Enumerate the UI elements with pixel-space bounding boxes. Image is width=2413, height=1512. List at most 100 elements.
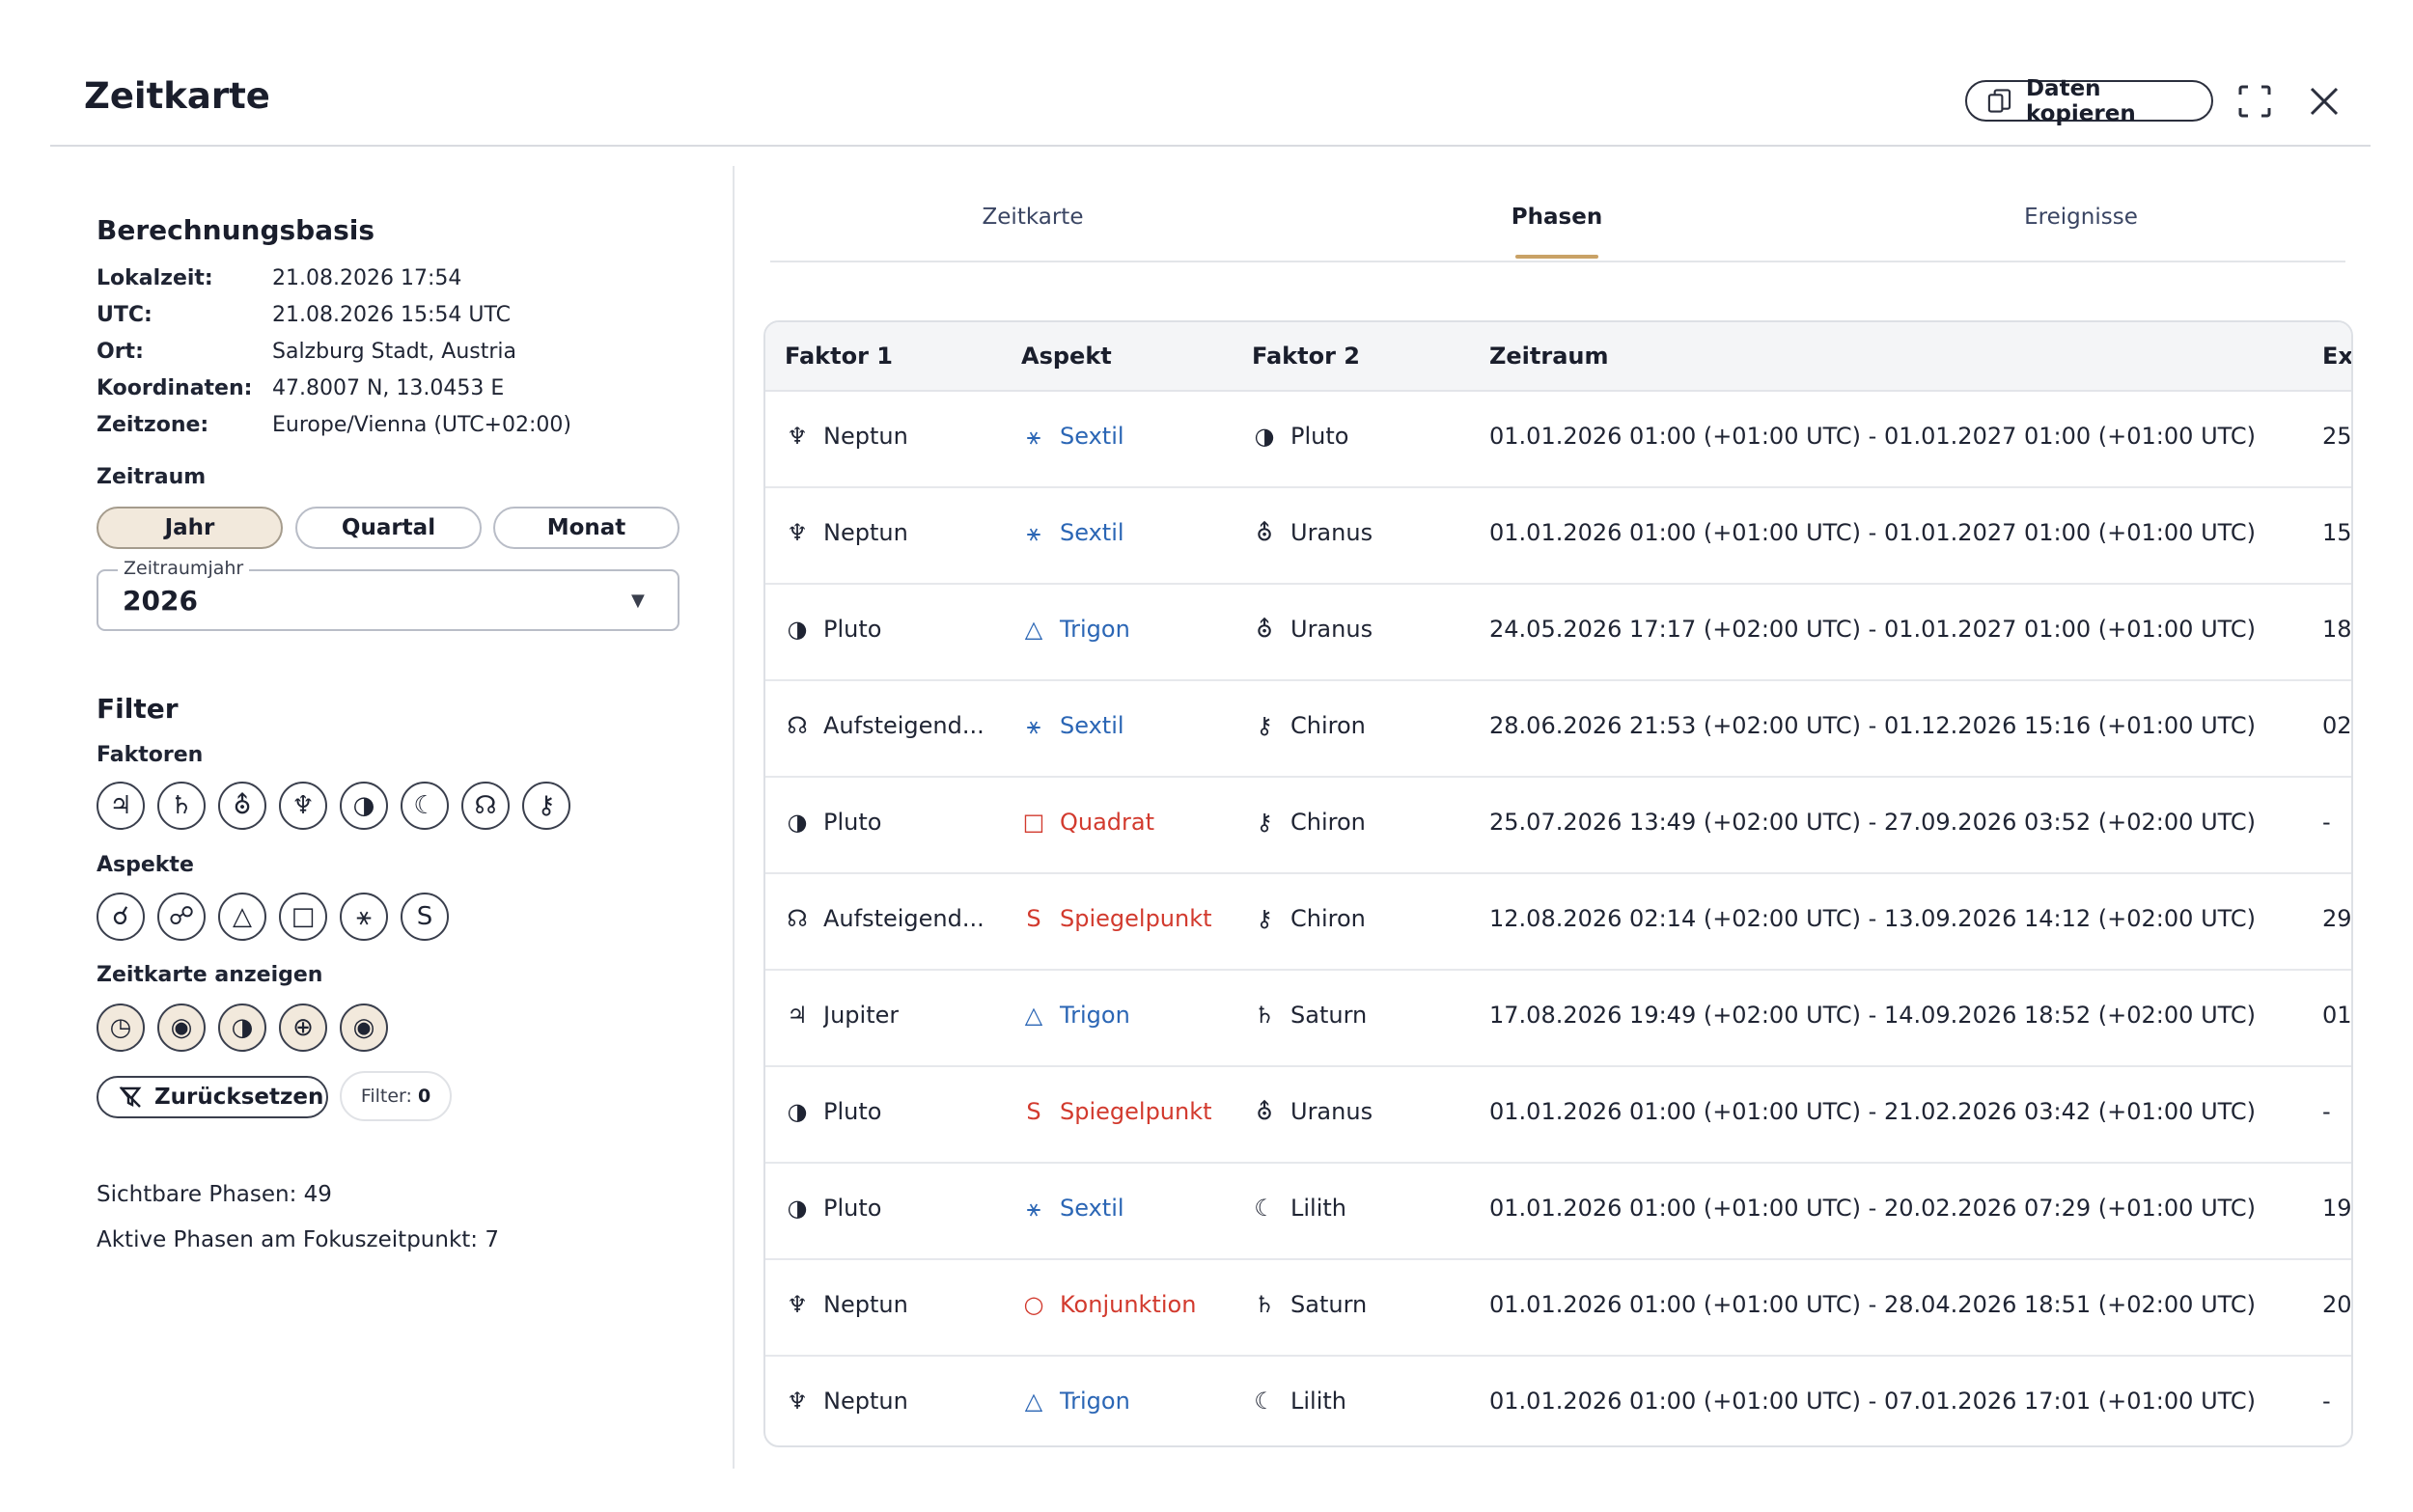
trine-icon: △: [233, 902, 252, 931]
cell-faktor2: ⛢ Uranus: [1252, 519, 1373, 546]
column-header-aspekt[interactable]: Aspekt: [1021, 343, 1112, 370]
factor1-name: Pluto: [823, 1195, 882, 1222]
factor-lilith-toggle[interactable]: ☾: [401, 782, 449, 830]
active-phases-stat: Aktive Phasen am Fokuszeitpunkt: 7: [97, 1227, 499, 1252]
table-row[interactable]: ◑ Pluto △ Trigon ⛢ Uranus 24.05.2026 17:17 (+0…: [765, 585, 2351, 681]
cell-faktor1: ☊ Aufsteigend...: [785, 712, 984, 739]
table-row[interactable]: ◑ Pluto S Spiegelpunkt ⛢ Uranus 01.01.2026 01:…: [765, 1067, 2351, 1164]
aspect-name: Trigon: [1060, 616, 1130, 643]
aspect-opposition-toggle[interactable]: ☍: [157, 893, 206, 941]
column-header-faktor2[interactable]: Faktor 2: [1252, 343, 1360, 370]
cell-faktor2: ⚷ Chiron: [1252, 905, 1366, 932]
factor-icon: ⛢: [1256, 519, 1273, 546]
aspect-icon: □: [1022, 809, 1045, 836]
aspect-mirror-point-toggle[interactable]: S: [401, 893, 449, 941]
period-option-quartal[interactable]: Quartal: [295, 507, 482, 549]
table-row[interactable]: ☊ Aufsteigend... ⚹ Sextil ⚷ Chiron 28.06.2026 …: [765, 681, 2351, 778]
info-key: Zeitzone:: [97, 413, 209, 437]
show-pluto-toggle[interactable]: ◑: [218, 1003, 266, 1052]
factor2-name: Saturn: [1290, 1291, 1368, 1318]
cell-exakt: 29.: [2322, 905, 2352, 932]
square-icon: □: [291, 902, 316, 931]
caret-down-icon[interactable]: ▼: [631, 591, 645, 611]
info-row-localtime: Lokalzeit: 21.08.2026 17:54: [97, 266, 461, 297]
column-header-exakt[interactable]: Exa: [2322, 343, 2351, 370]
period-option-monat[interactable]: Monat: [493, 507, 680, 549]
year-select-label: Zeitraumjahr: [118, 558, 250, 579]
table-row[interactable]: ♆ Neptun ⚹ Sextil ⛢ Uranus 01.01.2026 01:00 (+…: [765, 488, 2351, 585]
factor-north-node-toggle[interactable]: ☊: [461, 782, 510, 830]
cell-faktor2: ☾ Lilith: [1252, 1195, 1346, 1222]
factor-uranus-toggle[interactable]: ⛢: [218, 782, 266, 830]
conjunction-icon: ☌: [112, 902, 129, 931]
cell-faktor1: ♆ Neptun: [785, 519, 908, 546]
factor-icon: ◑: [787, 616, 808, 643]
cell-faktor1: ♃ Jupiter: [785, 1002, 899, 1029]
reset-filter-button[interactable]: Zurücksetzen: [97, 1076, 328, 1118]
factor-pluto-toggle[interactable]: ◑: [340, 782, 388, 830]
neptune-icon: ♆: [291, 791, 315, 820]
filter-badge-count: 0: [417, 1086, 431, 1107]
show-earth-toggle[interactable]: ⊕: [279, 1003, 327, 1052]
saturn-icon: ♄: [170, 791, 193, 820]
show-eye-toggle[interactable]: ◉: [157, 1003, 206, 1052]
table-row[interactable]: ♆ Neptun ○ Konjunktion ♄ Saturn 01.01.2026 01:…: [765, 1260, 2351, 1357]
aspect-trine-toggle[interactable]: △: [218, 893, 266, 941]
cell-aspekt: ⚹ Sextil: [1021, 519, 1124, 546]
cell-zeitraum: 01.01.2026 01:00 (+01:00 UTC) - 21.02.20…: [1489, 1098, 2257, 1125]
factor-icon: ☾: [1254, 1195, 1275, 1222]
mirror-point-icon: S: [416, 902, 433, 931]
aspect-conjunction-toggle[interactable]: ☌: [97, 893, 145, 941]
aspect-name: Sextil: [1060, 1195, 1124, 1222]
cell-zeitraum: 17.08.2026 19:49 (+02:00 UTC) - 14.09.20…: [1489, 1002, 2257, 1029]
factor-icon: ⛢: [1256, 1098, 1273, 1125]
aspect-name: Trigon: [1060, 1388, 1130, 1415]
factor-icon: ♄: [1254, 1002, 1275, 1029]
pluto-icon: ◑: [231, 1013, 254, 1042]
aspect-name: Sextil: [1060, 712, 1124, 739]
aspect-square-toggle[interactable]: □: [279, 893, 327, 941]
factor1-name: Neptun: [823, 1291, 908, 1318]
factor-chiron-toggle[interactable]: ⚷: [522, 782, 570, 830]
factor-icon: ☊: [787, 712, 808, 739]
basis-title: Berechnungsbasis: [97, 214, 375, 246]
aspekte-label: Aspekte: [97, 853, 194, 877]
table-row[interactable]: ◑ Pluto □ Quadrat ⚷ Chiron 25.07.2026 13:49 (+…: [765, 778, 2351, 874]
table-row[interactable]: ♆ Neptun △ Trigon ☾ Lilith 01.01.2026 01:00 (+…: [765, 1357, 2351, 1445]
column-header-faktor1[interactable]: Faktor 1: [785, 343, 893, 370]
lilith-icon: ☾: [413, 791, 436, 820]
factor-saturn-toggle[interactable]: ♄: [157, 782, 206, 830]
close-icon[interactable]: [2307, 84, 2342, 119]
table-row[interactable]: ☊ Aufsteigend... S Spiegelpunkt ⚷ Chiron 12.08…: [765, 874, 2351, 971]
table-row[interactable]: ♃ Jupiter △ Trigon ♄ Saturn 17.08.2026 19:49 (…: [765, 971, 2351, 1067]
factor-icon: ☾: [1254, 1388, 1275, 1415]
expand-icon[interactable]: [2237, 84, 2272, 119]
factor1-name: Aufsteigend...: [823, 905, 985, 932]
show-target-toggle[interactable]: ◉: [340, 1003, 388, 1052]
info-row-utc: UTC: 21.08.2026 15:54 UTC: [97, 303, 511, 334]
factor-jupiter-toggle[interactable]: ♃: [97, 782, 145, 830]
cell-exakt: 15.: [2322, 519, 2352, 546]
factor-icon: ◑: [787, 1195, 808, 1222]
aspect-sextile-toggle[interactable]: ⚹: [340, 893, 388, 941]
factor-neptune-toggle[interactable]: ♆: [279, 782, 327, 830]
cell-faktor1: ◑ Pluto: [785, 616, 882, 643]
factor-icon: ♆: [787, 423, 808, 450]
tab-phasen[interactable]: Phasen: [1512, 205, 1602, 230]
table-row[interactable]: ◑ Pluto ⚹ Sextil ☾ Lilith 01.01.2026 01:00 (+0…: [765, 1164, 2351, 1260]
table-row[interactable]: ♆ Neptun ⚹ Sextil ◑ Pluto 01.01.2026 01:00 (+0…: [765, 392, 2351, 488]
cell-zeitraum: 01.01.2026 01:00 (+01:00 UTC) - 28.04.20…: [1489, 1291, 2257, 1318]
cell-zeitraum: 01.01.2026 01:00 (+01:00 UTC) - 20.02.20…: [1489, 1195, 2257, 1222]
copy-data-button[interactable]: Daten kopieren: [1965, 76, 2213, 126]
column-header-zeitraum[interactable]: Zeitraum: [1489, 343, 1609, 370]
cell-exakt: 02.: [2322, 712, 2352, 739]
tab-zeitkarte[interactable]: Zeitkarte: [983, 205, 1084, 230]
aspect-name: Sextil: [1060, 423, 1124, 450]
tab-ereignisse[interactable]: Ereignisse: [2024, 205, 2138, 230]
cell-faktor2: ♄ Saturn: [1252, 1002, 1367, 1029]
period-option-jahr[interactable]: Jahr: [97, 507, 283, 549]
factor2-name: Pluto: [1290, 423, 1349, 450]
aspect-name: Spiegelpunkt: [1060, 905, 1212, 932]
show-clock-toggle[interactable]: ◷: [97, 1003, 145, 1052]
info-key: UTC:: [97, 303, 153, 327]
